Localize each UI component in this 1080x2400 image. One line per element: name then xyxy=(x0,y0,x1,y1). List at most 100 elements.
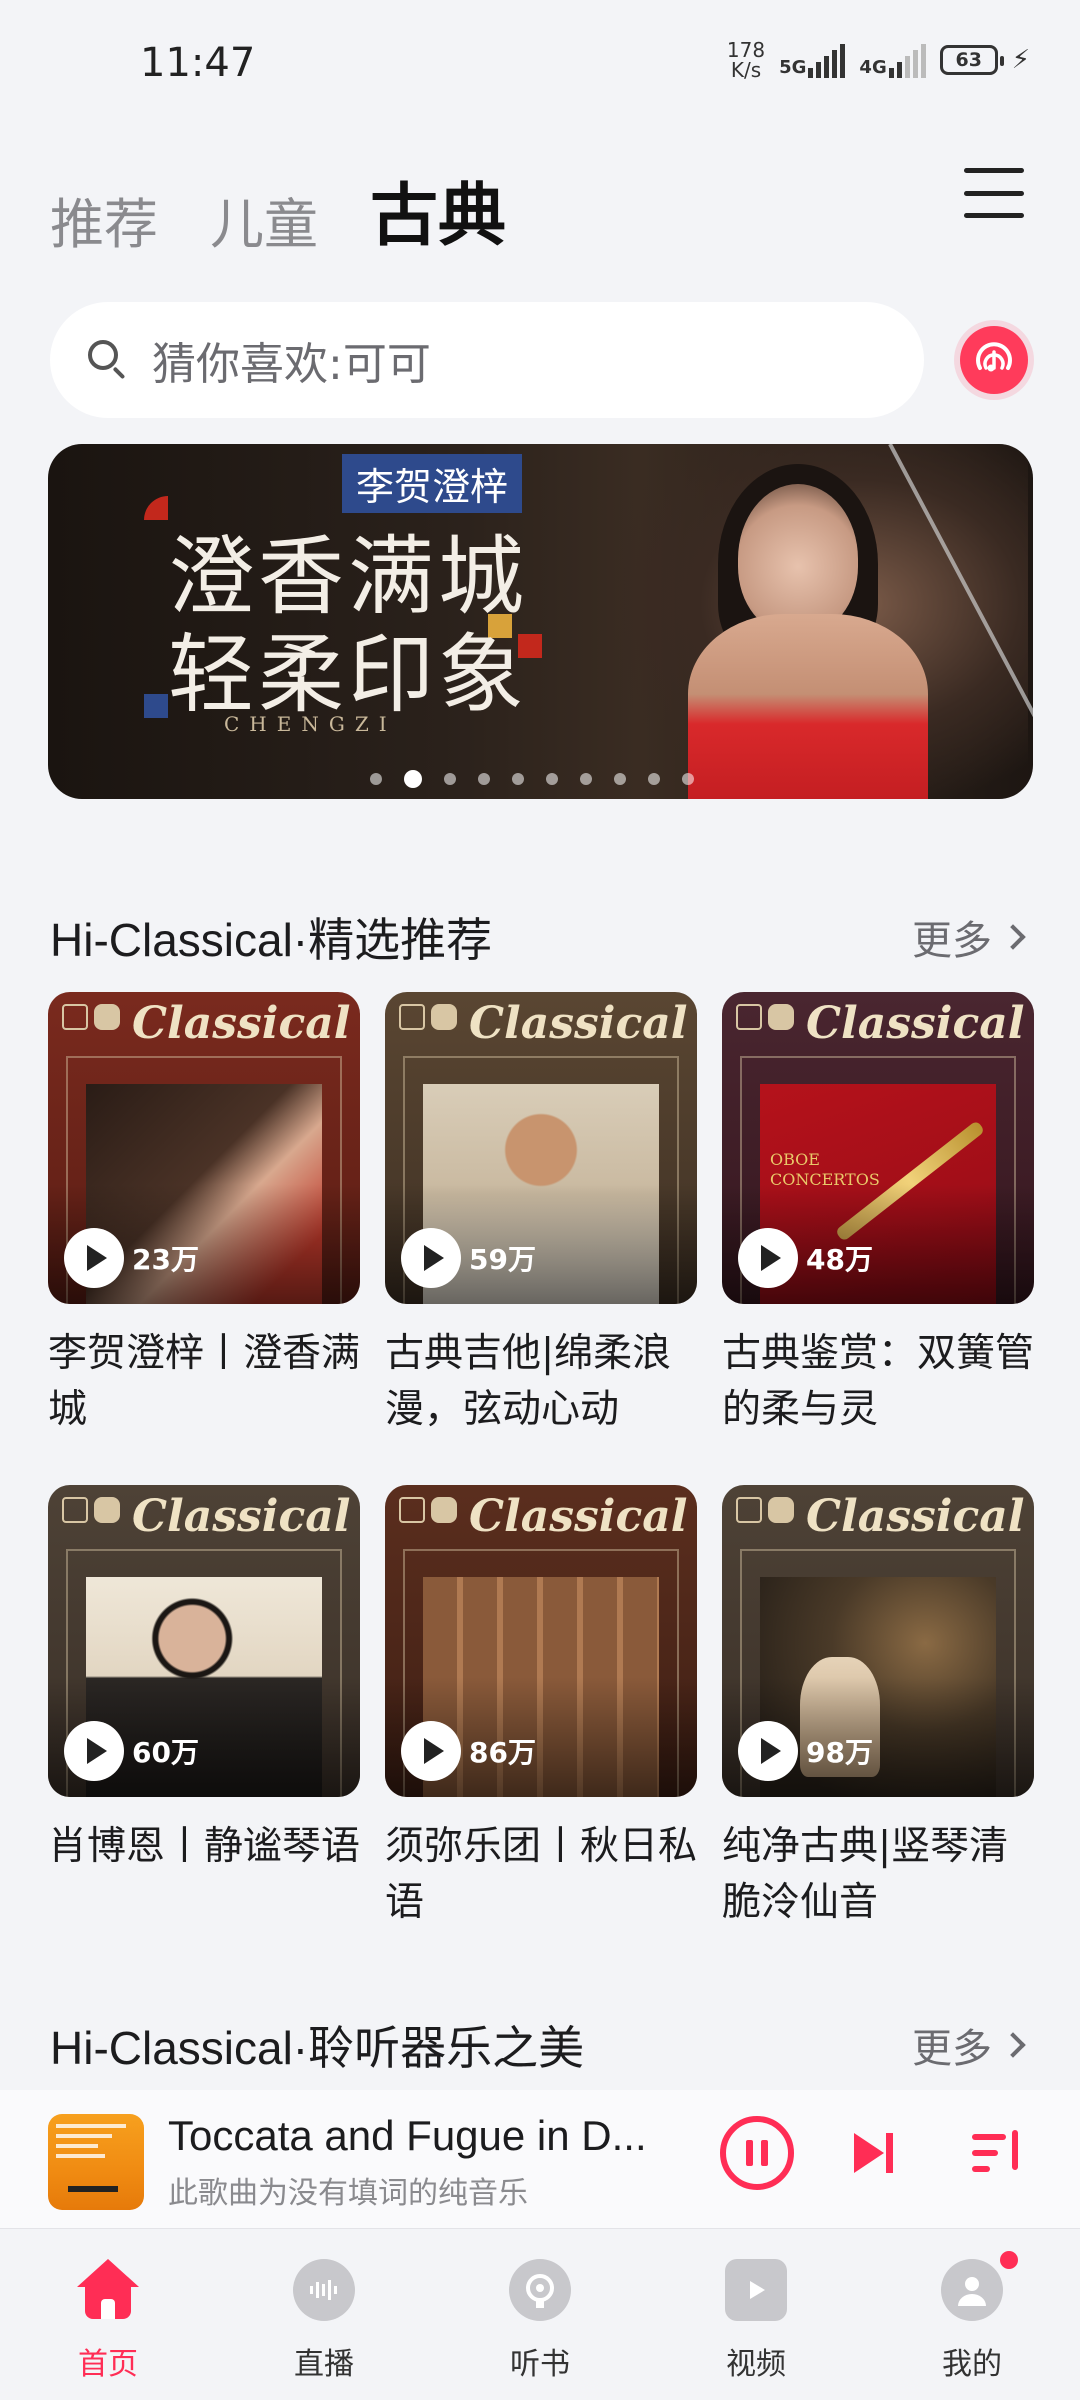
bottom-nav: 首页 直播 听书 视频 我的 xyxy=(0,2228,1080,2400)
carousel-dot[interactable] xyxy=(648,773,660,785)
nav-audiobook[interactable]: 听书 xyxy=(460,2229,620,2400)
signal-5g-icon: 5G xyxy=(779,42,846,78)
banner-title-line2: 轻柔印象 xyxy=(168,625,528,725)
play-icon[interactable] xyxy=(738,1228,798,1288)
tab-recommend[interactable]: 推荐 xyxy=(50,180,158,259)
live-icon xyxy=(293,2259,355,2321)
pause-button[interactable] xyxy=(720,2116,794,2190)
playlist-card[interactable]: Classical OBOE CONCERTOS 48万 古典鉴赏：双簧管的柔与… xyxy=(722,992,1034,1438)
carousel-dot[interactable] xyxy=(512,773,524,785)
play-overlay: 23万 xyxy=(64,1228,199,1288)
playlist-card[interactable]: Classical 59万 古典吉他|绵柔浪漫，弦动心动 xyxy=(385,992,697,1438)
carousel-indicator xyxy=(370,770,694,788)
top-tabs: 推荐 儿童 古典 xyxy=(50,160,506,259)
tab-classical[interactable]: 古典 xyxy=(370,160,506,259)
banner-carousel[interactable]: 李贺澄梓 澄香满城 轻柔印象 CHENGZI xyxy=(48,444,1033,799)
music-recognition-icon xyxy=(976,342,1012,372)
playlist-cover: Classical 23万 xyxy=(48,992,360,1304)
tab-kids[interactable]: 儿童 xyxy=(210,180,318,259)
carousel-dot[interactable] xyxy=(370,773,382,785)
carousel-dot[interactable] xyxy=(580,773,592,785)
playlist-cover: Classical 59万 xyxy=(385,992,697,1304)
carousel-dot[interactable] xyxy=(546,773,558,785)
playlist-card[interactable]: Classical 98万 纯净古典|竖琴清脆泠仙音 xyxy=(722,1485,1034,1931)
cover-brand: Classical xyxy=(469,998,688,1049)
playlist-grid: Classical 23万 李贺澄梓丨澄香满城 Classical 59万 古典… xyxy=(48,992,1034,1438)
play-overlay: 48万 xyxy=(738,1228,873,1288)
play-count: 59万 xyxy=(469,1243,536,1276)
play-overlay: 86万 xyxy=(401,1721,536,1781)
playlist-cover: Classical 60万 xyxy=(48,1485,360,1797)
more-link[interactable]: 更多 xyxy=(912,2016,1030,2074)
network-speed: 178 K/s xyxy=(726,38,766,82)
playlist-title: 须弥乐团丨秋日私语 xyxy=(385,1824,697,1925)
hi-res-logo-icon xyxy=(399,1004,457,1030)
status-bar: 11:47 178 K/s 5G 4G 63 ⚡ xyxy=(0,0,1080,130)
playlist-cover: Classical 86万 xyxy=(385,1485,697,1797)
chevron-right-icon xyxy=(1000,924,1026,950)
play-overlay: 98万 xyxy=(738,1721,873,1781)
play-icon[interactable] xyxy=(64,1228,124,1288)
audiobook-icon xyxy=(509,2259,571,2321)
hi-res-logo-icon xyxy=(62,1497,120,1523)
playlist-title: 纯净古典|竖琴清脆泠仙音 xyxy=(722,1824,1009,1925)
status-icons: 178 K/s 5G 4G 63 ⚡ xyxy=(727,40,1030,80)
play-count: 48万 xyxy=(806,1243,873,1276)
decoration xyxy=(144,496,168,520)
carousel-dot[interactable] xyxy=(478,773,490,785)
play-icon[interactable] xyxy=(738,1721,798,1781)
search-placeholder: 猜你喜欢:可可 xyxy=(152,339,431,390)
play-count: 60万 xyxy=(132,1736,199,1769)
play-icon[interactable] xyxy=(401,1228,461,1288)
section-header: Hi-Classical·精选推荐 更多 xyxy=(50,904,1030,970)
hi-res-logo-icon xyxy=(736,1497,794,1523)
banner-subtitle: 李贺澄梓 xyxy=(342,454,523,513)
nav-home[interactable]: 首页 xyxy=(28,2229,188,2400)
album-art[interactable] xyxy=(48,2114,144,2210)
playlist-card[interactable]: Classical 23万 李贺澄梓丨澄香满城 xyxy=(48,992,360,1438)
carousel-dot[interactable] xyxy=(614,773,626,785)
section-header: Hi-Classical·聆听器乐之美 更多 xyxy=(50,2012,1030,2078)
playlist-title: 李贺澄梓丨澄香满城 xyxy=(48,1331,360,1432)
search-icon xyxy=(88,340,128,380)
play-icon[interactable] xyxy=(401,1721,461,1781)
section-title: Hi-Classical·聆听器乐之美 xyxy=(50,2022,585,2074)
nav-profile[interactable]: 我的 xyxy=(892,2229,1052,2400)
playlist-card[interactable]: Classical 60万 肖博恩丨静谧琴语 xyxy=(48,1485,360,1931)
music-recognition-button[interactable] xyxy=(960,326,1028,394)
mini-player[interactable]: Toccata and Fugue in D... 此歌曲为没有填词的纯音乐 xyxy=(0,2090,1080,2228)
hi-res-logo-icon xyxy=(62,1004,120,1030)
playlist-card[interactable]: Classical 86万 须弥乐团丨秋日私语 xyxy=(385,1485,697,1931)
play-icon[interactable] xyxy=(64,1721,124,1781)
play-count: 23万 xyxy=(132,1243,199,1276)
search-input[interactable]: 猜你喜欢:可可 xyxy=(50,302,924,418)
cover-brand: Classical xyxy=(806,1491,1025,1542)
more-link[interactable]: 更多 xyxy=(912,908,1030,966)
cover-brand: Classical xyxy=(806,998,1025,1049)
carousel-dot[interactable] xyxy=(444,773,456,785)
hi-res-logo-icon xyxy=(399,1497,457,1523)
signal-4g-icon: 4G xyxy=(859,42,926,78)
menu-icon[interactable] xyxy=(964,168,1024,218)
cover-brand: Classical xyxy=(132,1491,351,1542)
video-icon xyxy=(725,2259,787,2321)
carousel-dot-active[interactable] xyxy=(404,770,422,788)
play-count: 98万 xyxy=(806,1736,873,1769)
home-icon xyxy=(77,2259,139,2321)
carousel-dot[interactable] xyxy=(682,773,694,785)
nav-live[interactable]: 直播 xyxy=(244,2229,404,2400)
play-overlay: 60万 xyxy=(64,1721,199,1781)
nav-video[interactable]: 视频 xyxy=(676,2229,836,2400)
playlist-title: 古典吉他|绵柔浪漫，弦动心动 xyxy=(385,1331,672,1432)
playlist-cover: Classical OBOE CONCERTOS 48万 xyxy=(722,992,1034,1304)
next-track-button[interactable] xyxy=(854,2130,900,2176)
charging-icon: ⚡ xyxy=(1011,45,1030,75)
playlist-cover: Classical 98万 xyxy=(722,1485,1034,1797)
status-time: 11:47 xyxy=(140,40,256,86)
banner-english: CHENGZI xyxy=(224,712,397,736)
notification-badge xyxy=(1000,2251,1018,2269)
profile-icon xyxy=(941,2259,1003,2321)
playlist-grid: Classical 60万 肖博恩丨静谧琴语 Classical 86万 须弥乐… xyxy=(48,1485,1034,1931)
playlist-queue-button[interactable] xyxy=(972,2130,1022,2180)
playlist-title: 肖博恩丨静谧琴语 xyxy=(48,1824,360,1869)
